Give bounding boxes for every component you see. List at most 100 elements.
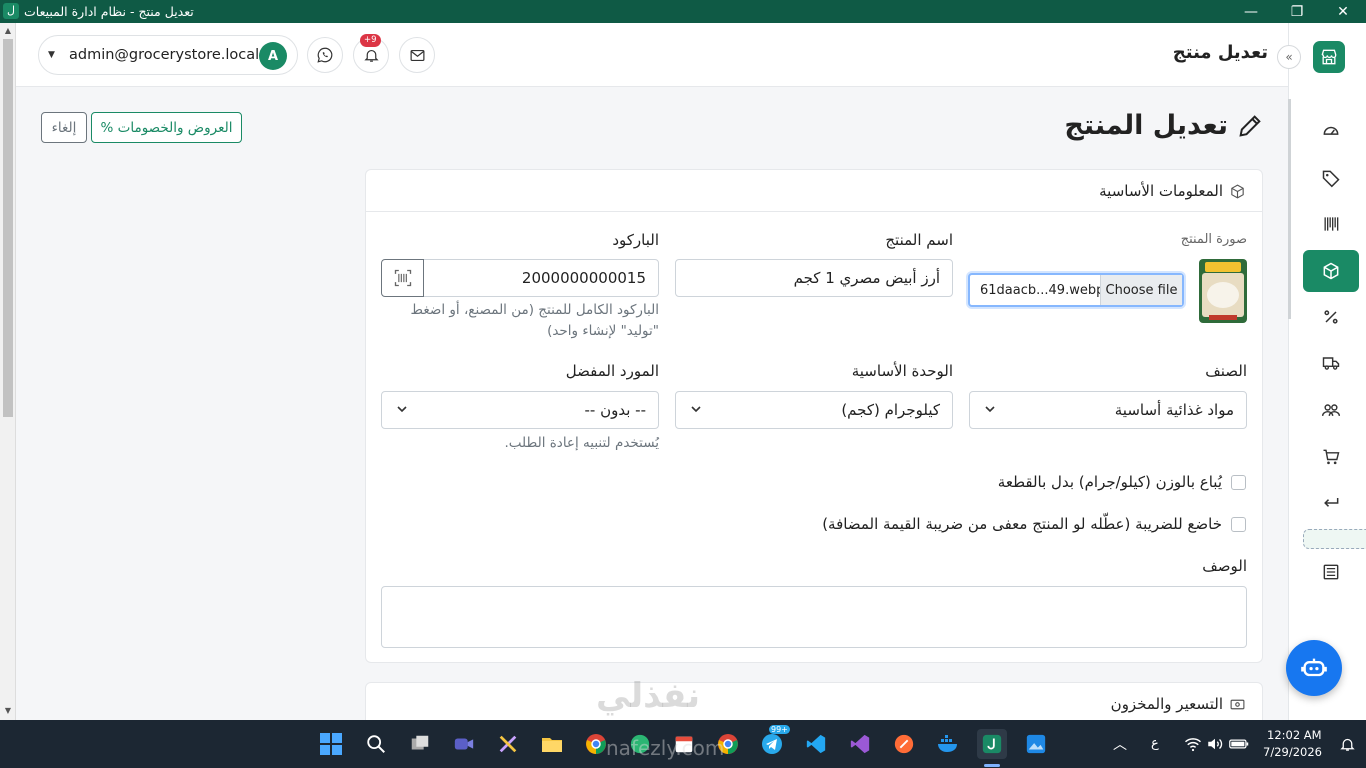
category-select[interactable]: مواد غذائية أساسية	[969, 391, 1247, 429]
sidebar-item-purchases[interactable]	[1303, 436, 1359, 478]
chat-bot-button[interactable]	[1286, 640, 1342, 696]
store-logo[interactable]	[1313, 41, 1345, 73]
sidebar-item-offers[interactable]	[1303, 296, 1359, 338]
section-title: المعلومات الأساسية	[1099, 182, 1223, 200]
sidebar-item-delivery[interactable]	[1303, 342, 1359, 384]
sidebar: «	[1277, 23, 1366, 720]
sidebar-item-placeholder[interactable]	[1303, 529, 1366, 549]
users-icon	[1321, 404, 1341, 416]
supplier-select[interactable]: -- بدون --	[381, 391, 659, 429]
notifications-button[interactable]: +9	[353, 34, 389, 73]
scroll-up-arrow-icon[interactable]: ▲	[0, 26, 16, 40]
taskbar-postman[interactable]	[889, 729, 919, 759]
task-view-button[interactable]	[405, 729, 435, 759]
taskbar-visual-studio[interactable]	[845, 729, 875, 759]
sidebar-scrollbar[interactable]	[1288, 99, 1291, 319]
notification-center[interactable]	[1332, 729, 1362, 759]
whatsapp-button[interactable]	[307, 37, 343, 73]
telegram-icon	[762, 734, 782, 754]
sidebar-item-customers[interactable]	[1303, 389, 1359, 431]
choose-file-button[interactable]: Choose file	[1100, 275, 1182, 305]
sidebar-item-products[interactable]	[1303, 250, 1359, 292]
barcode-icon	[1324, 217, 1339, 231]
taskbar-app-tools[interactable]	[493, 729, 523, 759]
photos-icon	[1026, 734, 1046, 754]
taskbar-photos[interactable]	[1021, 729, 1051, 759]
windows-icon	[320, 733, 342, 755]
taxable-checkbox[interactable]	[1231, 517, 1246, 532]
unit-label: الوحدة الأساسية	[851, 362, 953, 380]
window-titlebar: ل تعديل منتج - نظام ادارة المبيعات — ❐ ✕	[0, 0, 1366, 23]
vscode-icon	[806, 734, 826, 754]
minimize-button[interactable]: —	[1228, 0, 1274, 23]
scrollbar-thumb[interactable]	[3, 39, 13, 417]
collapse-sidebar-button[interactable]: «	[1277, 45, 1301, 69]
cancel-button[interactable]: إلغاء	[41, 112, 87, 143]
description-textarea[interactable]	[381, 586, 1247, 648]
taskbar-telegram[interactable]: 99+	[757, 725, 790, 759]
docker-icon	[938, 735, 957, 752]
taskbar-vscode[interactable]	[801, 729, 831, 759]
supplier-help-text: يُستخدم لتنبيه إعادة الطلب.	[504, 435, 659, 451]
sidebar-item-barcode[interactable]	[1303, 203, 1359, 245]
robot-icon	[1301, 658, 1327, 677]
product-name-label: اسم المنتج	[885, 231, 953, 249]
clock-time[interactable]: 12:02 AM	[1267, 728, 1322, 742]
close-button[interactable]: ✕	[1320, 0, 1366, 23]
sidebar-item-reports[interactable]	[1303, 551, 1359, 593]
window-controls: — ❐ ✕	[1228, 0, 1366, 23]
barcode-scan-icon	[394, 269, 411, 287]
active-app-indicator	[984, 764, 1000, 767]
bell-icon	[1339, 738, 1355, 751]
page-title-text: تعديل المنتج	[1064, 110, 1228, 141]
sidebar-item-tags[interactable]	[1303, 157, 1359, 199]
page-title: تعديل المنتج	[1064, 110, 1264, 141]
tray-chevron-up-icon[interactable]: ︿	[1113, 734, 1127, 754]
window-title: تعديل منتج - نظام ادارة المبيعات	[24, 4, 194, 19]
search-icon	[367, 735, 385, 753]
visual-studio-icon	[850, 734, 870, 754]
chrome-icon	[586, 734, 606, 754]
sold-by-weight-label[interactable]: يُباع بالوزن (كيلو/جرام) بدل بالقطعة	[998, 473, 1222, 491]
top-header: ▼ admin@grocerystore.local A +9 تعديل من…	[16, 23, 1288, 87]
scroll-down-arrow-icon[interactable]: ▼	[0, 706, 16, 720]
postman-icon	[894, 734, 914, 754]
pencil-icon	[1239, 114, 1261, 137]
battery-status[interactable]	[1224, 729, 1254, 759]
start-button[interactable]	[316, 729, 346, 759]
sidebar-item-returns[interactable]	[1303, 482, 1359, 524]
unit-select[interactable]: كيلوجرام (كجم)	[675, 391, 953, 429]
telegram-badge: 99+	[769, 725, 790, 734]
task-view-icon	[411, 735, 429, 750]
barcode-help-text: الباركود الكامل للمنتج (من المصنع، أو اض…	[410, 302, 659, 339]
taskbar-sales-app[interactable]	[977, 729, 1007, 759]
chevron-down-icon	[397, 406, 407, 413]
user-menu[interactable]: ▼ admin@grocerystore.local A	[38, 35, 298, 75]
report-icon	[1323, 564, 1339, 580]
taxable-label[interactable]: خاضع للضريبة (عطّله لو المنتج معفى من ضر…	[822, 515, 1222, 533]
tag-icon	[1322, 170, 1340, 188]
messages-button[interactable]	[399, 37, 435, 73]
barcode-label: الباركود	[612, 231, 659, 249]
battery-icon	[1229, 739, 1249, 749]
sold-by-weight-checkbox[interactable]	[1231, 475, 1246, 490]
taskbar-search-button[interactable]	[361, 729, 391, 759]
supplier-label: المورد المفضل	[565, 362, 659, 380]
offers-button[interactable]: % العروض والخصومات	[91, 112, 242, 143]
clock-date[interactable]: 7/29/2026	[1263, 745, 1322, 759]
generate-barcode-button[interactable]	[381, 259, 424, 297]
taskbar-meet[interactable]	[449, 729, 479, 759]
barcode-input[interactable]: 2000000000015	[423, 259, 659, 297]
sidebar-item-dashboard[interactable]	[1303, 109, 1359, 151]
taskbar-file-explorer[interactable]	[537, 729, 567, 759]
input-language[interactable]: ع	[1151, 736, 1159, 751]
product-image-file-input[interactable]: 61daacb...49.webp Choose file	[968, 273, 1184, 307]
caret-down-icon: ▼	[48, 50, 55, 60]
double-chevron-icon: «	[1285, 50, 1293, 64]
taskbar-docker[interactable]	[933, 729, 963, 759]
product-name-input[interactable]: أرز أبيض مصري 1 كجم	[675, 259, 953, 297]
page-scrollbar[interactable]: ▲ ▼	[0, 23, 16, 720]
chevron-down-icon	[691, 406, 701, 413]
restore-button[interactable]: ❐	[1274, 0, 1320, 23]
product-image-label: صورة المنتج	[1180, 232, 1247, 247]
